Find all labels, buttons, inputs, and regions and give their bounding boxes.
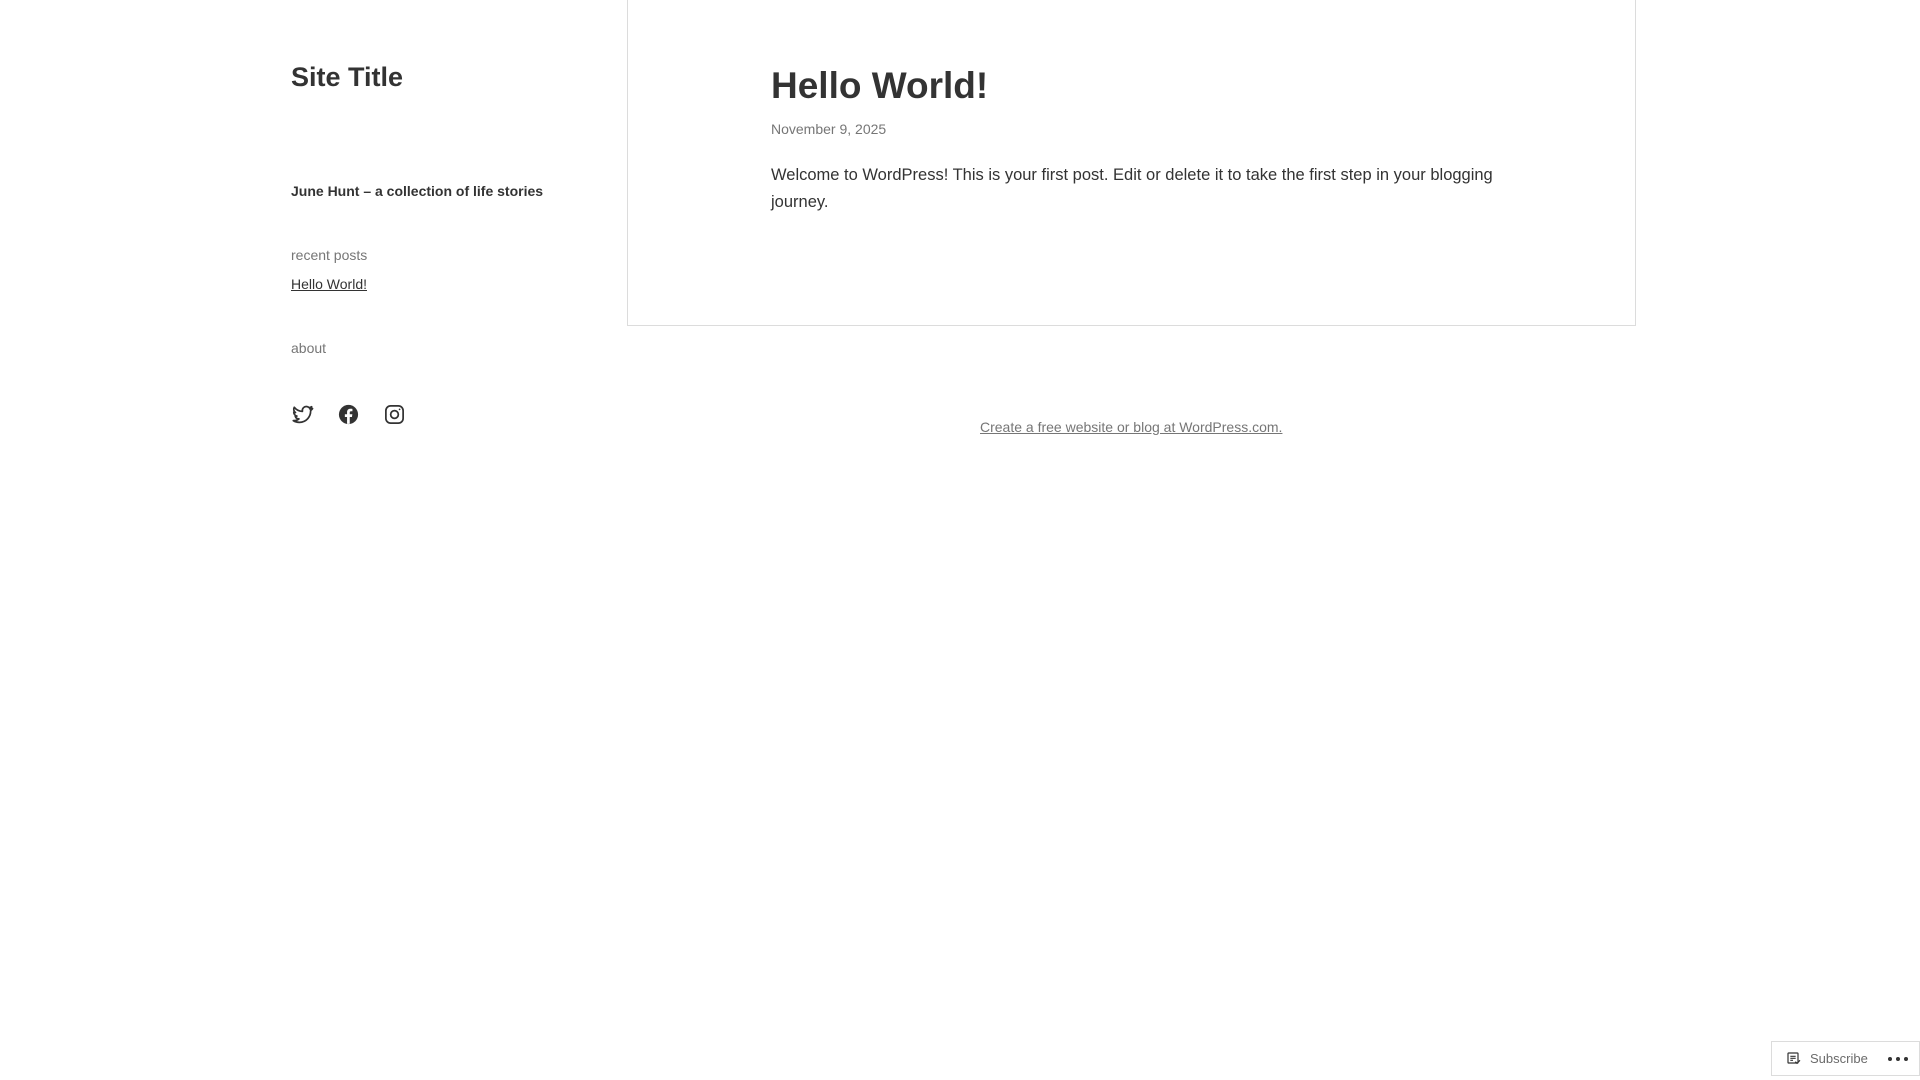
- recent-post-link[interactable]: Hello World!: [291, 276, 367, 292]
- footer-credit-link[interactable]: Create a free website or blog at WordPre…: [980, 419, 1282, 435]
- subscribe-bar: Subscribe: [1771, 1041, 1920, 1076]
- post-card: Hello World! November 9, 2025 Welcome to…: [627, 0, 1636, 326]
- twitter-icon[interactable]: [291, 403, 314, 426]
- instagram-icon[interactable]: [383, 403, 406, 426]
- post-date[interactable]: November 9, 2025: [771, 121, 886, 137]
- page: Site Title June Hunt – a collection of l…: [0, 0, 1920, 1080]
- post-content: Welcome to WordPress! This is your first…: [771, 166, 1493, 211]
- more-icon[interactable]: [1887, 1042, 1908, 1075]
- about-heading: about: [291, 340, 327, 356]
- site-description: June Hunt – a collection of life stories: [291, 183, 544, 199]
- subscribe-label: Subscribe: [1810, 1051, 1868, 1066]
- site-title[interactable]: Site Title: [291, 62, 403, 93]
- dot: [1895, 1056, 1900, 1061]
- social-links: [291, 403, 406, 426]
- dot: [1887, 1056, 1892, 1061]
- dot: [1903, 1056, 1908, 1061]
- subscribe-button[interactable]: Subscribe: [1772, 1042, 1868, 1075]
- reader-icon: [1786, 1051, 1802, 1067]
- facebook-icon[interactable]: [337, 403, 360, 426]
- post-title[interactable]: Hello World!: [771, 65, 988, 107]
- recent-posts-heading: recent posts: [291, 247, 368, 263]
